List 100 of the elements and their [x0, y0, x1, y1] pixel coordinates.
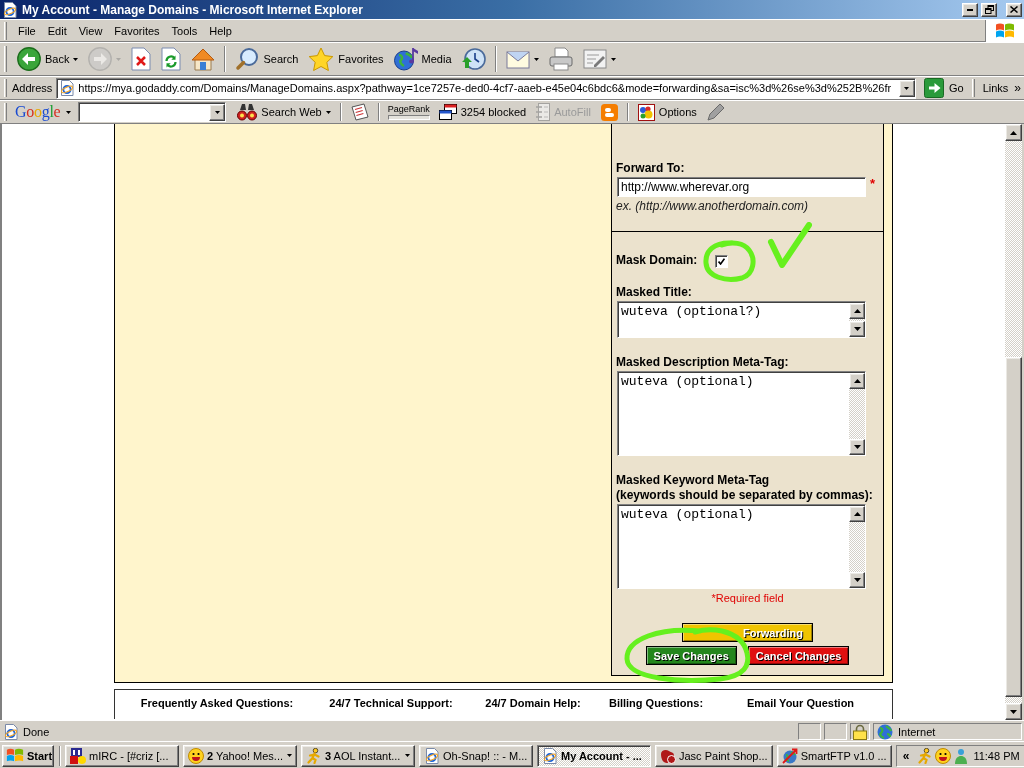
scrollbar-thumb[interactable] — [1005, 357, 1022, 697]
close-button[interactable] — [1006, 2, 1022, 17]
links-button[interactable]: Links — [979, 78, 1012, 98]
scroll-down-button[interactable] — [1005, 703, 1022, 720]
task-button[interactable]: 2 Yahoo! Mes... — [183, 744, 297, 767]
field-label: Masked Keyword Meta-Tag — [616, 473, 770, 488]
flag-icon — [6, 748, 24, 763]
back-button[interactable]: Back — [14, 44, 82, 74]
page-pencil-icon — [582, 48, 607, 70]
task-button[interactable]: My Account - ... — [537, 744, 651, 767]
address-field[interactable]: https://mya.godaddy.com/Domains/ManageDomains.aspx?pathway=1ce7257e-ded0-4cf7-aaeb-e45e04c6bdc6&mode=forwarding&sa=isc%3d%26se%3d%252B%26fr — [56, 77, 916, 99]
caret-icon — [904, 86, 910, 90]
options-button[interactable]: Options — [634, 101, 700, 123]
options-icon — [637, 103, 655, 121]
scroll-up-button[interactable] — [1005, 124, 1022, 141]
caret-icon — [116, 57, 122, 61]
status-text: Done — [23, 725, 50, 738]
menu-item[interactable]: Help — [203, 21, 238, 40]
star-icon — [308, 46, 335, 72]
windows-icon — [438, 104, 457, 120]
task-button[interactable]: SmartFTP v1.0 ... — [776, 744, 892, 767]
task-button[interactable]: 3 AOL Instant... — [301, 744, 415, 767]
caret-icon — [287, 754, 292, 757]
task-button[interactable]: Jasc Paint Shop... — [655, 744, 773, 767]
dropdown-button[interactable] — [898, 79, 915, 97]
action-button[interactable]: Save Changes — [645, 646, 737, 665]
search-web-button[interactable]: Search Web — [234, 101, 334, 123]
newspaper-icon — [350, 103, 369, 121]
check-icon — [718, 257, 726, 265]
caret-icon — [66, 110, 72, 114]
scroll-up-button[interactable] — [849, 506, 865, 522]
field-label: Masked Title: — [616, 285, 692, 300]
text-area[interactable]: wuteva (optional) — [617, 504, 866, 589]
logo-menu-button[interactable]: Google — [12, 101, 75, 123]
globe-arrow-icon — [781, 747, 798, 764]
field-label: Mask Domain: — [616, 253, 698, 268]
text-area[interactable]: wuteva (optional) — [617, 371, 866, 456]
minimize-icon — [967, 8, 973, 11]
caret-down-icon — [853, 327, 861, 331]
caret-up-icon — [853, 309, 861, 313]
task-button[interactable]: mIRC - [#criz [... — [65, 744, 179, 767]
caret-down-icon — [853, 445, 861, 449]
smiley-icon — [188, 747, 204, 764]
window-title: My Account - Manage Domains - Microsoft Internet Explorer — [21, 2, 364, 17]
pagerank-button[interactable]: PageRank — [385, 101, 432, 123]
footer-heading: Frequently Asked Questions: — [140, 697, 294, 710]
web-page-icon — [59, 80, 76, 96]
scroll-down-button[interactable] — [849, 439, 865, 455]
required-mark: * — [870, 177, 876, 190]
menu-item[interactable]: Tools — [165, 21, 204, 40]
chevron-button[interactable]: » — [1011, 78, 1024, 98]
tray-toggle-button[interactable]: « — [899, 748, 913, 763]
scroll-up-button[interactable] — [849, 373, 865, 389]
address-label: Address — [12, 82, 53, 94]
clock-text: 11:48 PM — [973, 749, 1021, 762]
minimize-button[interactable] — [962, 2, 978, 17]
scroll-down-button[interactable] — [849, 572, 865, 588]
search-button[interactable]: Search — [232, 44, 302, 74]
zone-text: Internet — [898, 725, 936, 738]
task-button[interactable]: Oh-Snap! :: - M... — [419, 744, 533, 767]
media-button[interactable]: Media — [390, 44, 455, 74]
footer-heading: Billing Questions: — [608, 697, 704, 710]
popup-blocker-button[interactable]: 3254 blocked — [435, 101, 530, 123]
menu-item[interactable]: View — [72, 21, 109, 40]
caret-down-icon — [853, 578, 861, 582]
blocks-icon — [70, 747, 86, 764]
search-field[interactable] — [78, 102, 227, 122]
go-button[interactable]: Go — [919, 77, 968, 99]
caret-icon — [73, 57, 79, 61]
running-figure-icon — [306, 747, 322, 764]
blob-icon — [660, 747, 676, 764]
url-field[interactable]: http://www.wherevar.org — [617, 177, 866, 197]
footer-heading: Email Your Question — [746, 697, 855, 710]
caret-up-icon — [853, 512, 861, 516]
smiley-icon[interactable] — [935, 747, 952, 764]
clock-icon — [461, 47, 486, 71]
house-icon — [191, 47, 216, 71]
scroll-down-button[interactable] — [849, 321, 865, 337]
favorites-button[interactable]: Favorites — [305, 44, 387, 74]
close-icon — [1010, 6, 1018, 13]
envelope-icon — [505, 49, 530, 69]
menu-item[interactable]: Edit — [41, 21, 73, 40]
web-page-icon — [424, 747, 440, 764]
start-button[interactable]: Start — [2, 744, 54, 767]
pencil-icon — [706, 103, 725, 121]
action-button[interactable]: Cancel Changes — [747, 646, 850, 665]
caret-up-icon — [853, 379, 861, 383]
web-page-icon — [542, 747, 558, 764]
scrollbar-track — [849, 319, 865, 321]
menu-item[interactable]: File — [12, 21, 42, 40]
caret-down-icon — [1010, 709, 1017, 714]
field-label: Forward To: — [616, 161, 686, 176]
scroll-up-button[interactable] — [849, 303, 865, 319]
dropdown-button[interactable] — [209, 103, 226, 121]
running-figure-icon[interactable] — [917, 747, 934, 764]
restore-button[interactable] — [981, 2, 997, 17]
caret-icon — [610, 57, 616, 61]
checkbox[interactable] — [715, 254, 729, 268]
menu-item[interactable]: Favorites — [108, 21, 166, 40]
text-area[interactable]: wuteva (optional?) — [617, 301, 866, 338]
